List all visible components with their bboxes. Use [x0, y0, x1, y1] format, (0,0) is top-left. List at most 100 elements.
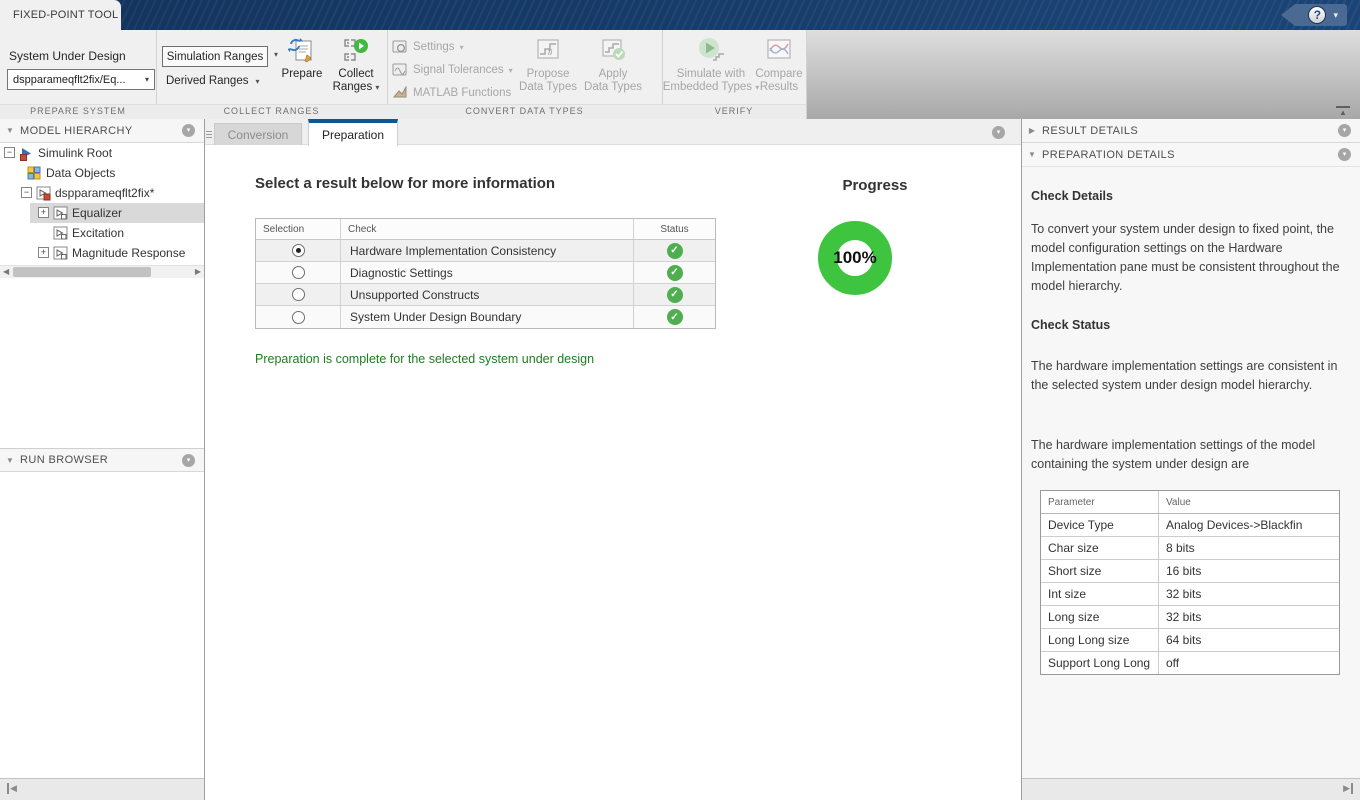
table-row[interactable]: Diagnostic Settings ✓ — [256, 262, 715, 284]
result-details-header[interactable]: ▶ RESULT DETAILS ▾ — [1022, 119, 1360, 143]
selection-cell — [256, 262, 341, 283]
prepare-icon — [288, 36, 316, 64]
tree-item-label: Excitation — [72, 226, 125, 240]
signal-tolerances-icon — [392, 63, 408, 77]
collapse-ribbon-icon[interactable]: ▲ — [1336, 106, 1350, 117]
tab-preparation[interactable]: Preparation — [308, 119, 398, 146]
check-name-cell: Hardware Implementation Consistency — [341, 240, 634, 261]
scroll-right-icon[interactable]: ▶ — [195, 266, 201, 278]
model-hierarchy-menu-icon[interactable]: ▾ — [182, 124, 195, 137]
model-hierarchy-collapse-icon[interactable]: ▼ — [0, 126, 20, 135]
progress-value: 100% — [833, 248, 877, 267]
model-hierarchy-header[interactable]: ▼ MODEL HIERARCHY ▾ — [0, 119, 204, 143]
status-pass-icon: ✓ — [666, 286, 683, 303]
run-browser-menu-icon[interactable]: ▾ — [182, 453, 195, 467]
simulate-label-2: Embedded Types — [662, 81, 753, 93]
matlab-functions-icon — [392, 85, 408, 100]
right-panel-bottom-bar: ▶ — [1022, 778, 1360, 800]
table-row[interactable]: Unsupported Constructs ✓ — [256, 284, 715, 306]
collect-ranges-label-1: Collect — [338, 68, 374, 80]
subsystem-icon — [53, 223, 69, 243]
column-header-check: Check — [341, 219, 634, 239]
tab-strip: Conversion Preparation ▾ — [205, 119, 1021, 147]
run-browser-header[interactable]: ▼ RUN BROWSER ▾ — [0, 448, 204, 472]
tree-item-equalizer[interactable]: + Equalizer — [0, 203, 204, 223]
help-button[interactable]: ? ▾ — [1281, 4, 1347, 26]
derived-ranges-button[interactable]: Derived Ranges ▾ — [166, 75, 259, 87]
tab-fixed-point-tool[interactable]: FIXED-POINT TOOL — [0, 0, 121, 30]
help-caret-icon[interactable]: ▾ — [1333, 10, 1338, 21]
section-divider — [806, 30, 807, 119]
tree-item-data-objects[interactable]: Data Objects — [0, 163, 204, 183]
run-browser-collapse-icon[interactable]: ▼ — [0, 456, 20, 465]
tree-expander-icon[interactable]: + — [38, 247, 49, 258]
result-details-menu-icon[interactable]: ▾ — [1338, 124, 1351, 137]
data-objects-icon — [27, 163, 41, 183]
combobox-caret-icon[interactable]: ▾ — [145, 75, 149, 84]
tree-item-simulink-root[interactable]: − Simulink Root — [0, 143, 204, 163]
section-label-convert-data-types: CONVERT DATA TYPES — [465, 106, 584, 116]
check-table-header: Selection Check Status — [256, 219, 715, 240]
table-row[interactable]: System Under Design Boundary ✓ — [256, 306, 715, 328]
simulation-ranges-label: Simulation Ranges — [166, 50, 264, 63]
tree-item-excitation[interactable]: Excitation — [0, 223, 204, 243]
tree-expander-icon[interactable]: + — [38, 207, 49, 218]
selection-cell — [256, 306, 341, 328]
radio-button[interactable] — [291, 310, 305, 324]
tree-expander-icon[interactable]: − — [21, 187, 32, 198]
ribbon-toolbar: ▲ System Under Design dspparameqflt2fix/… — [0, 30, 1360, 119]
run-browser-title: RUN BROWSER — [20, 454, 109, 466]
section-label-collect-ranges: COLLECT RANGES — [223, 106, 320, 116]
splitter-handle[interactable] — [206, 121, 212, 147]
simulation-ranges-caret-icon[interactable]: ▾ — [274, 50, 278, 59]
value-cell: 32 bits — [1166, 587, 1202, 601]
progress-donut: 100% — [818, 221, 892, 295]
center-pane-menu-icon[interactable]: ▾ — [992, 126, 1005, 139]
value-cell: 32 bits — [1166, 610, 1202, 624]
table-row[interactable]: Hardware Implementation Consistency ✓ — [256, 240, 715, 262]
right-panel: ▶ RESULT DETAILS ▾ ▼ PREPARATION DETAILS… — [1022, 119, 1360, 800]
left-panel: ▼ MODEL HIERARCHY ▾ − Simulink Root Data O… — [0, 119, 205, 800]
collect-ranges-button[interactable]: Collect Ranges ▾ — [330, 36, 382, 94]
section-label-prepare-system: PREPARE SYSTEM — [30, 106, 126, 116]
collapse-right-panel-icon[interactable]: ▶ — [1343, 783, 1353, 794]
titlebar: FIXED-POINT TOOL ? ▾ — [0, 0, 1360, 30]
radio-button[interactable] — [291, 288, 305, 301]
help-icon[interactable]: ? — [1308, 6, 1327, 24]
preparation-details-header[interactable]: ▼ PREPARATION DETAILS ▾ — [1022, 143, 1360, 167]
system-under-design-combobox[interactable]: dspparameqflt2fix/Eq... ▾ — [7, 69, 155, 90]
result-details-expand-icon[interactable]: ▶ — [1022, 126, 1042, 135]
compare-results-button: Compare Results — [752, 36, 806, 94]
collapse-left-panel-icon[interactable]: ◀ — [7, 783, 17, 794]
preparation-details-menu-icon[interactable]: ▾ — [1338, 148, 1351, 161]
tree-item-magnitude-response[interactable]: + Magnitude Response — [0, 243, 204, 263]
prepare-button[interactable]: Prepare — [280, 36, 324, 81]
tree-item-dspparameqflt2fix[interactable]: − dspparameqflt2fix* — [0, 183, 204, 203]
column-header-parameter: Parameter — [1041, 491, 1159, 513]
radio-button[interactable] — [291, 266, 305, 279]
check-name-cell: Unsupported Constructs — [341, 284, 634, 305]
preparation-details-collapse-icon[interactable]: ▼ — [1022, 150, 1042, 159]
system-under-design-value: dspparameqflt2fix/Eq... — [13, 73, 126, 86]
tree-item-label: dspparameqflt2fix* — [55, 186, 155, 200]
scrollbar-thumb[interactable] — [13, 267, 151, 277]
result-details-title: RESULT DETAILS — [1042, 124, 1139, 137]
radio-button[interactable] — [291, 244, 305, 257]
tree-expander-icon[interactable]: − — [4, 147, 15, 158]
fixed-point-tool-window: FIXED-POINT TOOL ? ▾ ▲ System Under Desi… — [0, 0, 1360, 800]
status-pass-icon: ✓ — [666, 242, 683, 259]
parameter-cell: Support Long Long — [1041, 652, 1159, 674]
parameter-cell: Int size — [1041, 583, 1159, 605]
parameter-cell: Long size — [1041, 606, 1159, 628]
check-name-cell: System Under Design Boundary — [341, 306, 634, 328]
check-details-text: To convert your system under design to f… — [1031, 222, 1340, 293]
param-table-body: Device Type Analog Devices->Blackfin Char … — [1041, 514, 1339, 674]
preparation-details-title: PREPARATION DETAILS — [1042, 148, 1175, 161]
tree-horizontal-scrollbar[interactable]: ◀ ▶ — [0, 265, 204, 278]
simulate-embedded-icon — [696, 36, 726, 64]
check-name-cell: Diagnostic Settings — [341, 262, 634, 283]
scroll-left-icon[interactable]: ◀ — [3, 266, 9, 278]
tab-conversion[interactable]: Conversion — [214, 123, 302, 145]
simulation-ranges-button[interactable]: Simulation Ranges — [162, 46, 268, 67]
apply-data-types-button: Apply Data Types — [583, 36, 643, 94]
